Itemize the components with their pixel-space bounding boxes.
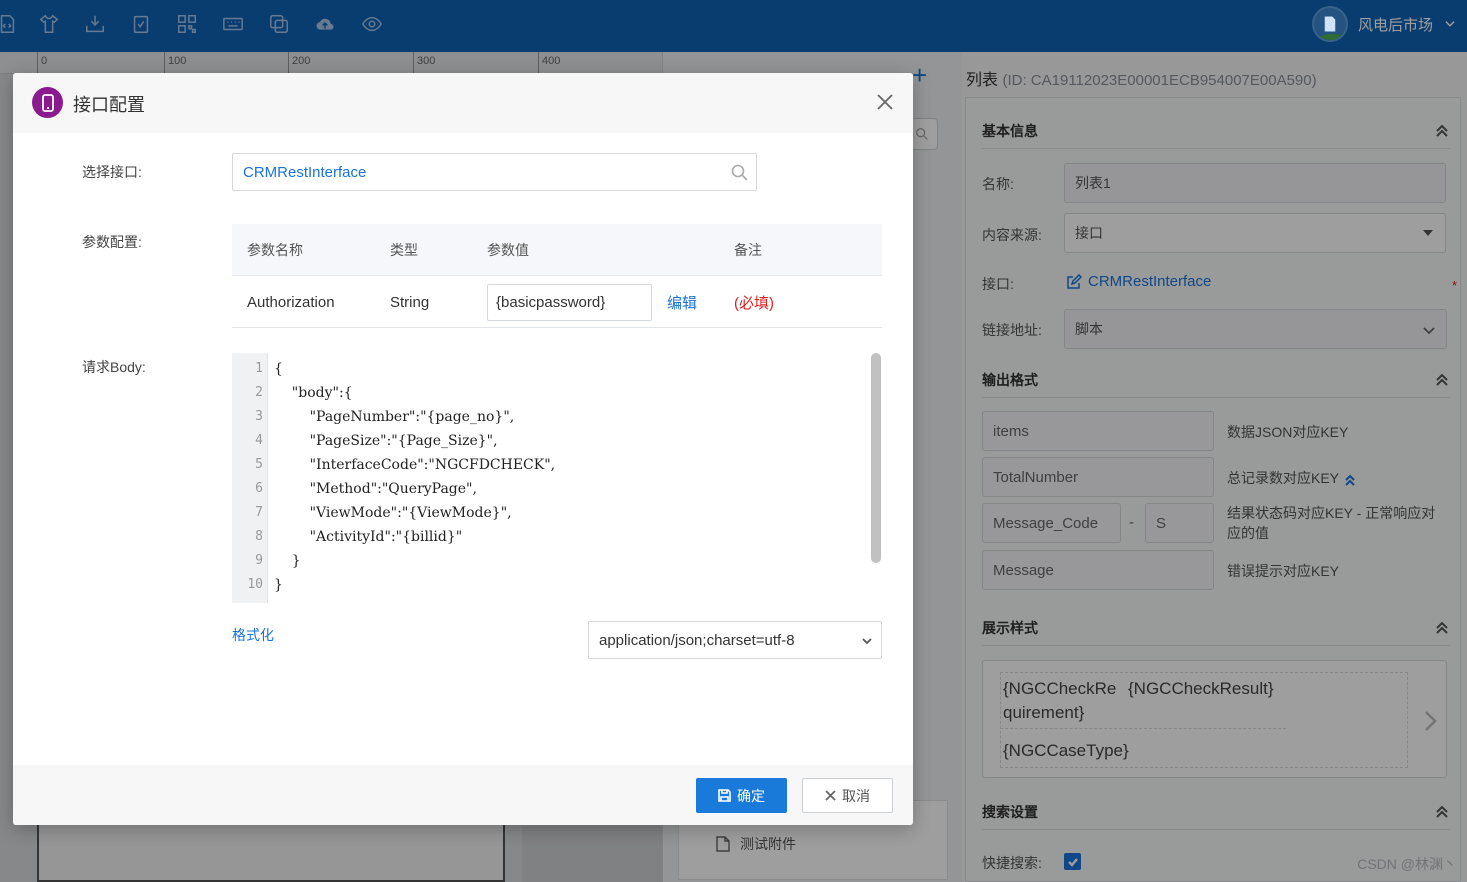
line-number: 3 — [255, 409, 263, 424]
confirm-label: 确定 — [737, 787, 765, 804]
content-type-select[interactable]: application/json;charset=utf-8 — [588, 621, 882, 659]
edit-link[interactable]: 编辑 — [667, 276, 697, 328]
interface-field-label: 选择接口: — [82, 164, 142, 180]
close-icon[interactable] — [875, 92, 897, 114]
code-line: "PageNumber":"{page_no}", — [274, 409, 515, 425]
line-number: 10 — [247, 577, 263, 592]
param-note: (必填) — [734, 294, 774, 312]
column-header: 备注 — [734, 242, 762, 258]
line-number: 8 — [255, 529, 263, 544]
interface-config-dialog: 接口配置 选择接口: CRMRestInterface 参数配置: 参数名称 类… — [13, 73, 913, 825]
param-name: Authorization — [247, 293, 335, 311]
code-line: } — [274, 577, 283, 593]
param-value-input[interactable]: {basicpassword} — [487, 284, 652, 321]
line-number: 7 — [255, 505, 263, 520]
line-number: 2 — [255, 385, 263, 400]
param-type: String — [390, 293, 430, 311]
code-line: } — [274, 553, 301, 569]
code-line: { — [274, 361, 283, 377]
interface-search-input[interactable]: CRMRestInterface — [232, 153, 757, 191]
column-header: 类型 — [390, 242, 418, 258]
confirm-button[interactable]: 确定 — [696, 778, 787, 813]
close-icon — [825, 790, 836, 801]
format-link[interactable]: 格式化 — [232, 625, 274, 645]
code-content[interactable]: { "body":{ "PageNumber":"{page_no}", "Pa… — [274, 357, 555, 597]
line-number: 5 — [255, 457, 263, 472]
search-icon[interactable] — [731, 164, 748, 181]
table-row: Authorization String {basicpassword} 编辑 … — [232, 276, 882, 328]
column-header: 参数值 — [487, 242, 529, 258]
code-line: "body":{ — [274, 385, 353, 401]
line-number: 1 — [255, 361, 263, 376]
cancel-button[interactable]: 取消 — [802, 778, 893, 813]
line-number: 4 — [255, 433, 263, 448]
params-table: 参数名称 类型 参数值 备注 Authorization String {bas… — [232, 224, 882, 328]
code-line: "InterfaceCode":"NGCFDCHECK", — [274, 457, 556, 473]
params-field-label: 参数配置: — [82, 234, 142, 250]
interface-value: CRMRestInterface — [243, 163, 367, 181]
mobile-device-icon — [32, 87, 63, 118]
table-header: 参数名称 类型 参数值 备注 — [232, 224, 882, 276]
code-line: "ActivityId":"{billid}" — [274, 529, 463, 545]
code-line: "PageSize":"{Page_Size}", — [274, 433, 498, 449]
dialog-header — [13, 73, 913, 133]
save-icon — [718, 789, 731, 802]
content-type-value: application/json;charset=utf-8 — [599, 631, 795, 649]
cancel-label: 取消 — [842, 787, 870, 804]
dialog-title: 接口配置 — [73, 95, 145, 115]
line-number: 6 — [255, 481, 263, 496]
line-gutter: 1 2 3 4 5 6 7 8 9 10 — [232, 353, 268, 603]
body-field-label: 请求Body: — [82, 359, 146, 375]
document-icon — [1324, 16, 1336, 32]
column-header: 参数名称 — [247, 242, 303, 258]
scrollbar[interactable] — [871, 353, 881, 563]
code-line: "ViewMode":"{ViewMode}", — [274, 505, 512, 521]
chevron-down-icon — [861, 634, 873, 646]
line-number: 9 — [255, 553, 263, 568]
code-line: "Method":"QueryPage", — [274, 481, 477, 497]
body-code-editor[interactable]: 1 2 3 4 5 6 7 8 9 10 { "body":{ "PageNumber":"{pa… — [232, 353, 882, 603]
